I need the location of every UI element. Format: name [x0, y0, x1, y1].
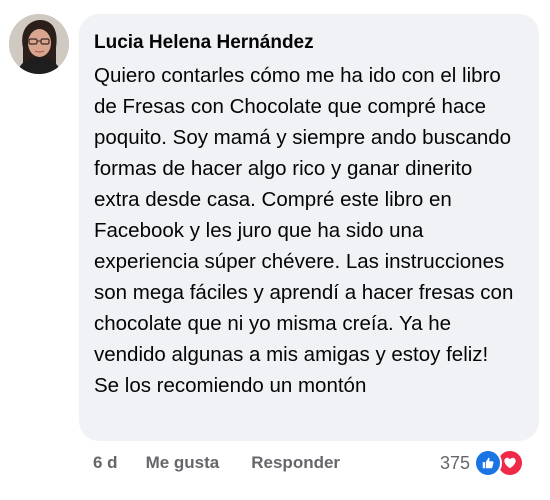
like-button[interactable]: Me gusta — [146, 453, 220, 473]
reaction-count: 375 — [439, 452, 470, 473]
comment-actions: 6 d Me gusta Responder — [93, 452, 340, 474]
avatar[interactable] — [9, 14, 69, 74]
profile-photo — [9, 14, 69, 74]
comment-text: Quiero contarles cómo me ha ido con el l… — [94, 64, 514, 397]
like-icon — [474, 449, 502, 477]
comment: Lucia Helena Hernández Quiero contarles … — [0, 0, 550, 500]
reply-button[interactable]: Responder — [251, 453, 340, 473]
comment-bubble: Lucia Helena Hernández Quiero contarles … — [79, 14, 539, 441]
reaction-summary[interactable]: 375 — [439, 449, 524, 477]
timestamp[interactable]: 6 d — [93, 453, 118, 473]
author-name[interactable]: Lucia Helena Hernández — [94, 31, 524, 55]
